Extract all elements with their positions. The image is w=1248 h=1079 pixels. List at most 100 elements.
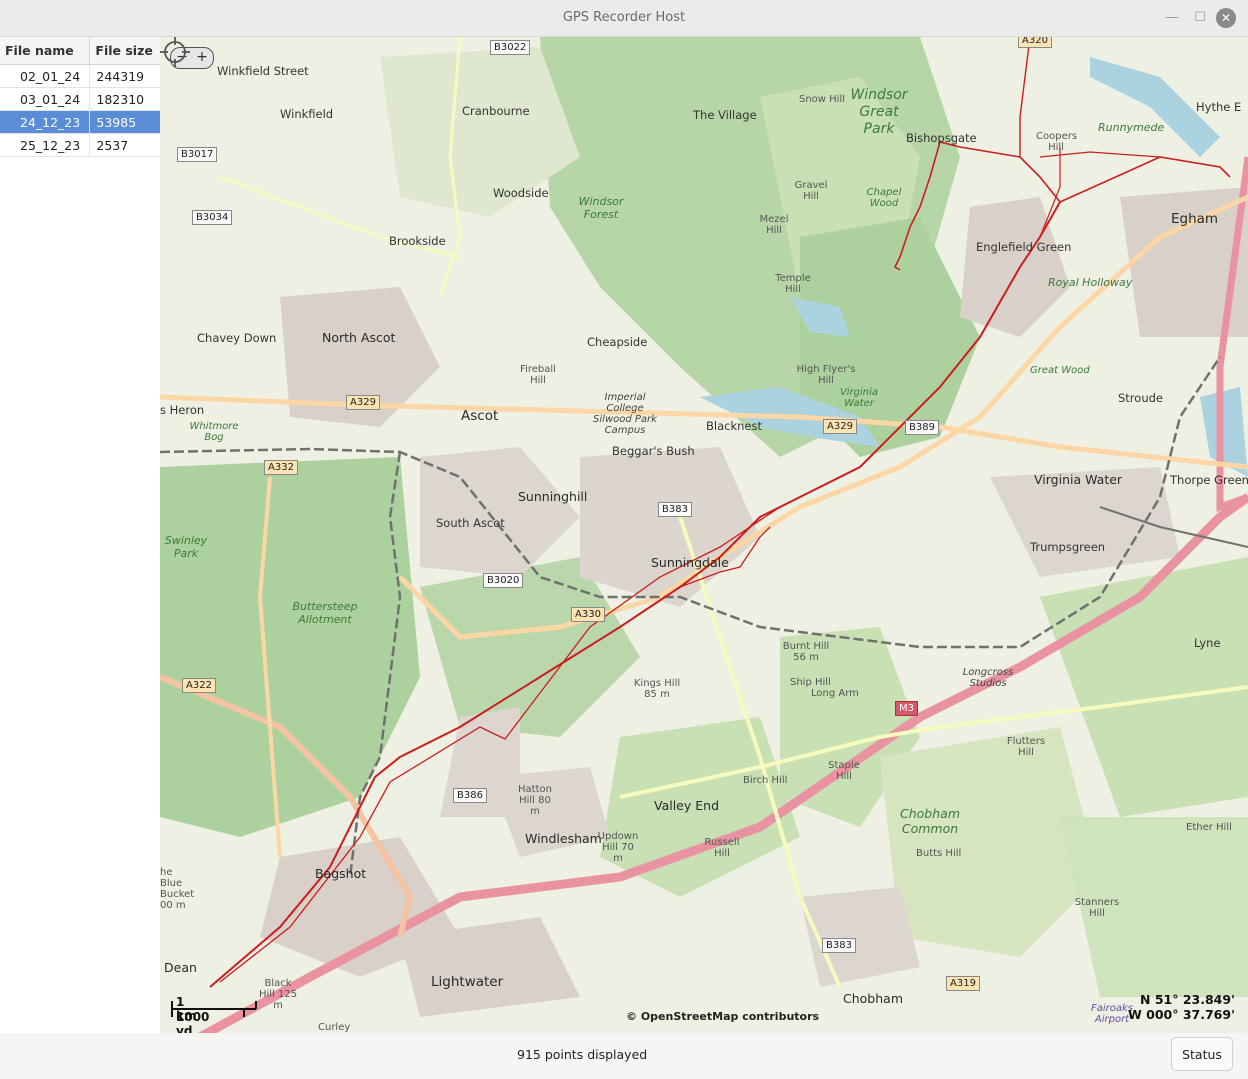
road-shield: B383 <box>822 938 856 953</box>
map-label: Virginia Water <box>1034 472 1123 487</box>
map-label: Sunningdale <box>651 555 729 570</box>
file-name-cell[interactable]: 03_01_24 <box>0 87 90 111</box>
map-label: Sunninghill <box>518 489 588 504</box>
map-label: Updown Hill 70 m <box>597 831 639 864</box>
map-label: Hythe E <box>1196 100 1242 114</box>
map-label: Thorpe Green <box>1170 473 1248 487</box>
map-label: Temple Hill <box>775 273 811 295</box>
map-label: The Village <box>693 108 757 122</box>
window-title: GPS Recorder Host <box>562 10 686 25</box>
map-label: Ship Hill <box>790 677 831 688</box>
map-label: Brookside <box>389 234 446 248</box>
maximize-icon[interactable]: ☐ <box>1190 8 1210 28</box>
map-label: South Ascot <box>436 516 505 530</box>
status-bar: 915 points displayed Status <box>0 1033 1248 1079</box>
file-table: File name File size 02_01_24 244319 03_0… <box>0 37 160 157</box>
file-size-cell[interactable]: 182310 <box>89 87 160 111</box>
map-label: Long Arm <box>811 688 859 699</box>
map-label: Stanners Hill <box>1074 897 1120 919</box>
map-label: Chobham Common <box>900 806 960 836</box>
map-label: Dean <box>164 960 197 975</box>
map-label: Kings Hill 85 m <box>633 678 681 700</box>
map-label: Coopers Hill <box>1036 131 1078 153</box>
map-label: Royal Holloway <box>1048 276 1133 289</box>
road-shield: A319 <box>946 976 980 991</box>
map-label: Virginia Water <box>839 387 879 409</box>
map-label: he Blue Bucket 00 m <box>160 867 195 911</box>
map-label: Windsor Great Park <box>850 87 908 137</box>
map-label: Ascot <box>461 408 499 424</box>
map-label: Beggar's Bush <box>612 444 695 458</box>
road-shield: A320 <box>1018 37 1052 48</box>
road-shield: A322 <box>182 678 216 693</box>
road-shield: B383 <box>658 502 692 517</box>
map-label: Winkfield <box>280 107 334 121</box>
file-name-cell[interactable]: 25_12_23 <box>0 133 90 157</box>
road-shield: A330 <box>571 607 605 622</box>
file-name-cell[interactable]: 24_12_23 <box>0 110 90 134</box>
map-label: Egham <box>1171 211 1219 227</box>
map-view[interactable]: − + Winkfield Street Winkfield Cranbourn… <box>160 37 1248 1033</box>
close-icon[interactable]: ✕ <box>1216 8 1236 28</box>
map-label: s Heron <box>160 403 205 417</box>
map-label: Bishopsgate <box>906 131 977 145</box>
map-label: Trumpsgreen <box>1030 540 1106 554</box>
map-label: Staple Hill <box>828 760 860 782</box>
file-size-cell[interactable]: 244319 <box>89 64 160 88</box>
app-window: GPS Recorder Host — ☐ ✕ File name File s… <box>0 0 1248 1079</box>
map-label: High Flyer's Hill <box>796 364 856 386</box>
map-label: Windsor Forest <box>578 195 624 221</box>
table-row[interactable]: 02_01_24 244319 <box>0 64 160 88</box>
map-label: Cheapside <box>587 335 648 349</box>
map-label: Longcross Studios <box>962 667 1014 689</box>
map-label: Imperial College Silwood Park Campus <box>593 392 657 436</box>
map-label: Ether Hill <box>1186 822 1232 833</box>
map-label: Great Wood <box>1030 365 1090 376</box>
road-shield: A329 <box>823 419 857 434</box>
file-size-cell[interactable]: 2537 <box>89 133 160 157</box>
table-row[interactable]: 03_01_24 182310 <box>0 87 160 111</box>
column-header-file-size[interactable]: File size <box>89 37 160 65</box>
map-label: Birch Hill <box>743 775 788 786</box>
map-label: Gravel Hill <box>794 180 828 202</box>
map-attribution: © OpenStreetMap contributors <box>626 1010 820 1023</box>
map-label: Cranbourne <box>462 104 530 118</box>
crosshair-icon <box>160 37 190 67</box>
map-label: Stroude <box>1118 391 1163 405</box>
map-label: Bagshot <box>315 866 367 881</box>
map-label: Chapel Wood <box>866 187 902 209</box>
table-row[interactable]: 25_12_23 2537 <box>0 133 160 157</box>
column-header-file-name[interactable]: File name <box>0 37 90 65</box>
map-label: Chobham <box>843 991 903 1006</box>
minimize-icon[interactable]: — <box>1162 8 1182 28</box>
title-bar: GPS Recorder Host — ☐ ✕ <box>0 0 1248 37</box>
map-label: Black Hill 125 m <box>258 978 298 1011</box>
zoom-in-button[interactable]: + <box>192 48 212 67</box>
road-shield: A332 <box>264 460 298 475</box>
map-label: Flutters Hill <box>1006 736 1046 758</box>
file-size-cell[interactable]: 53985 <box>89 110 160 134</box>
map-label: Windlesham <box>525 831 602 846</box>
map-label: Swinley Park <box>164 534 208 560</box>
road-shield: B386 <box>453 788 487 803</box>
map-label: Woodside <box>493 186 549 200</box>
road-shield: B3020 <box>483 573 524 588</box>
map-label: Buttersteep Allotment <box>292 600 358 626</box>
file-name-cell[interactable]: 02_01_24 <box>0 64 90 88</box>
road-shield: A329 <box>346 395 380 410</box>
map-label: Valley End <box>654 798 720 813</box>
map-label: Butts Hill <box>916 848 962 859</box>
map-label: Mezel Hill <box>759 214 789 236</box>
map-label: Curley <box>318 1022 351 1033</box>
status-button[interactable]: Status <box>1171 1037 1233 1071</box>
file-list-panel: File name File size 02_01_24 244319 03_0… <box>0 37 161 1033</box>
map-label: Russell Hill <box>704 837 740 859</box>
map-label: Chavey Down <box>197 331 277 345</box>
map-label: Whitmore Bog <box>189 421 239 443</box>
map-label: Runnymede <box>1098 121 1165 134</box>
table-row-selected[interactable]: 24_12_23 53985 <box>0 110 160 134</box>
map-label: Lyne <box>1194 636 1221 650</box>
longitude-readout: W 000° 37.769' <box>1128 1007 1235 1022</box>
map-label: Snow Hill <box>799 94 846 105</box>
road-shield: B3022 <box>490 40 531 55</box>
